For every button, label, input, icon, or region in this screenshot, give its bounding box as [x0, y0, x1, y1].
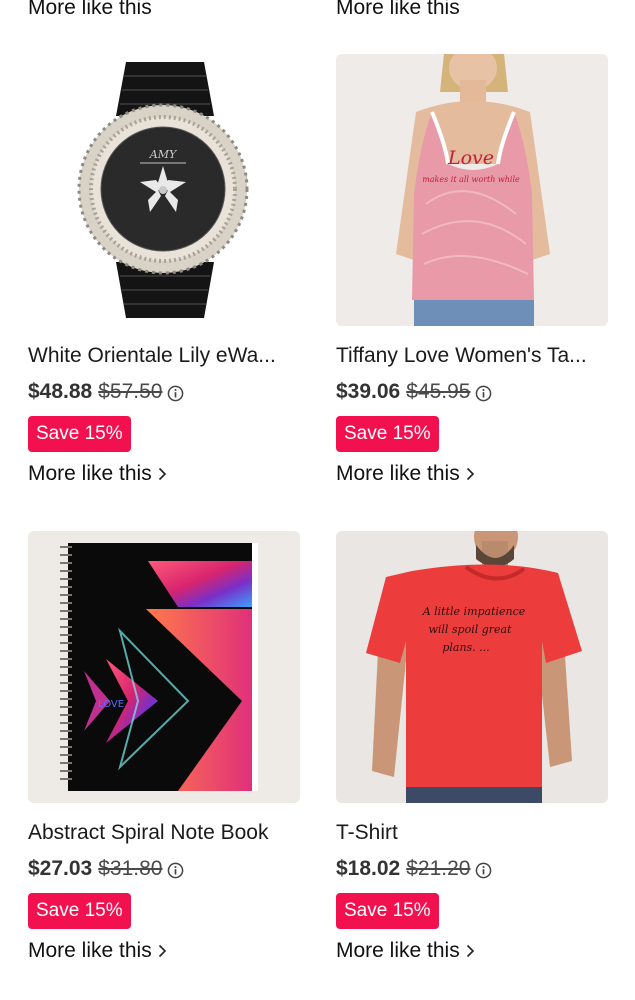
info-icon[interactable]: [167, 861, 184, 878]
discount-badge: Save 15%: [336, 416, 439, 452]
product-image[interactable]: AMY: [28, 54, 300, 326]
watch-image: AMY: [28, 54, 300, 326]
discount-badge: Save 15%: [336, 893, 439, 929]
discount-badge: Save 15%: [28, 893, 131, 929]
more-like-this-label: More like this: [336, 462, 460, 485]
tshirt-print-line2: will spoil great: [428, 623, 512, 636]
sale-price: $39.06: [336, 380, 401, 403]
product-title[interactable]: Abstract Spiral Note Book: [28, 820, 300, 846]
original-price: $21.20: [406, 857, 471, 880]
product-image[interactable]: LOVE: [28, 531, 300, 803]
more-like-this-link[interactable]: More like this: [336, 939, 608, 963]
svg-text:AMY: AMY: [149, 148, 178, 161]
price-row: $48.88 $57.50: [28, 379, 300, 405]
tshirt-print-line1: A little impatience: [422, 605, 526, 618]
info-icon[interactable]: [167, 384, 184, 401]
product-image[interactable]: A little impatience will spoil great pla…: [336, 531, 608, 803]
product-title[interactable]: White Orientale Lily eWa...: [28, 343, 300, 369]
more-like-this-label: More like this: [336, 939, 460, 962]
info-icon[interactable]: [475, 384, 492, 401]
sale-price: $48.88: [28, 380, 93, 403]
more-like-this-link[interactable]: More like this: [336, 0, 460, 20]
more-like-this-label: More like this: [28, 462, 152, 485]
product-grid-page: More like this More like this AMY White …: [0, 0, 635, 1000]
sale-price: $18.02: [336, 857, 401, 880]
more-like-this-label: More like this: [336, 0, 460, 19]
svg-text:LOVE: LOVE: [98, 699, 124, 710]
price-row: $39.06 $45.95: [336, 379, 608, 405]
chevron-right-icon: [466, 944, 474, 958]
original-price: $57.50: [98, 380, 163, 403]
price-row: $18.02 $21.20: [336, 856, 608, 882]
product-title[interactable]: T-Shirt: [336, 820, 608, 846]
more-like-this-label: More like this: [28, 0, 152, 19]
notebook-image: LOVE: [28, 531, 300, 803]
tshirt-image: A little impatience will spoil great pla…: [336, 531, 608, 803]
chevron-right-icon: [158, 944, 166, 958]
more-like-this-label: More like this: [28, 939, 152, 962]
product-card[interactable]: A little impatience will spoil great pla…: [336, 531, 608, 963]
more-like-this-link[interactable]: More like this: [28, 939, 300, 963]
more-like-this-link[interactable]: More like this: [336, 462, 608, 486]
price-row: $27.03 $31.80: [28, 856, 300, 882]
product-card[interactable]: AMY White Orientale Lily eWa... $48.88 $…: [28, 54, 300, 486]
product-image[interactable]: Love makes it all worth while: [336, 54, 608, 326]
discount-badge: Save 15%: [28, 416, 131, 452]
chevron-right-icon: [158, 467, 166, 481]
tank-top-image: Love makes it all worth while: [336, 54, 608, 326]
more-like-this-link[interactable]: More like this: [28, 0, 152, 20]
previous-row-links: More like this More like this: [0, 0, 635, 19]
sale-price: $27.03: [28, 857, 93, 880]
tank-print-text: Love: [447, 147, 494, 169]
original-price: $31.80: [98, 857, 163, 880]
tank-print-subtext: makes it all worth while: [422, 175, 520, 184]
product-card[interactable]: LOVE Abstract Spiral Note Book $27.03 $3…: [28, 531, 300, 963]
info-icon[interactable]: [475, 861, 492, 878]
product-title[interactable]: Tiffany Love Women's Ta...: [336, 343, 608, 369]
product-card[interactable]: Love makes it all worth while Tiffany Lo…: [336, 54, 608, 486]
tshirt-print-line3: plans. ...: [442, 641, 489, 654]
original-price: $45.95: [406, 380, 471, 403]
more-like-this-link[interactable]: More like this: [28, 462, 300, 486]
chevron-right-icon: [466, 467, 474, 481]
